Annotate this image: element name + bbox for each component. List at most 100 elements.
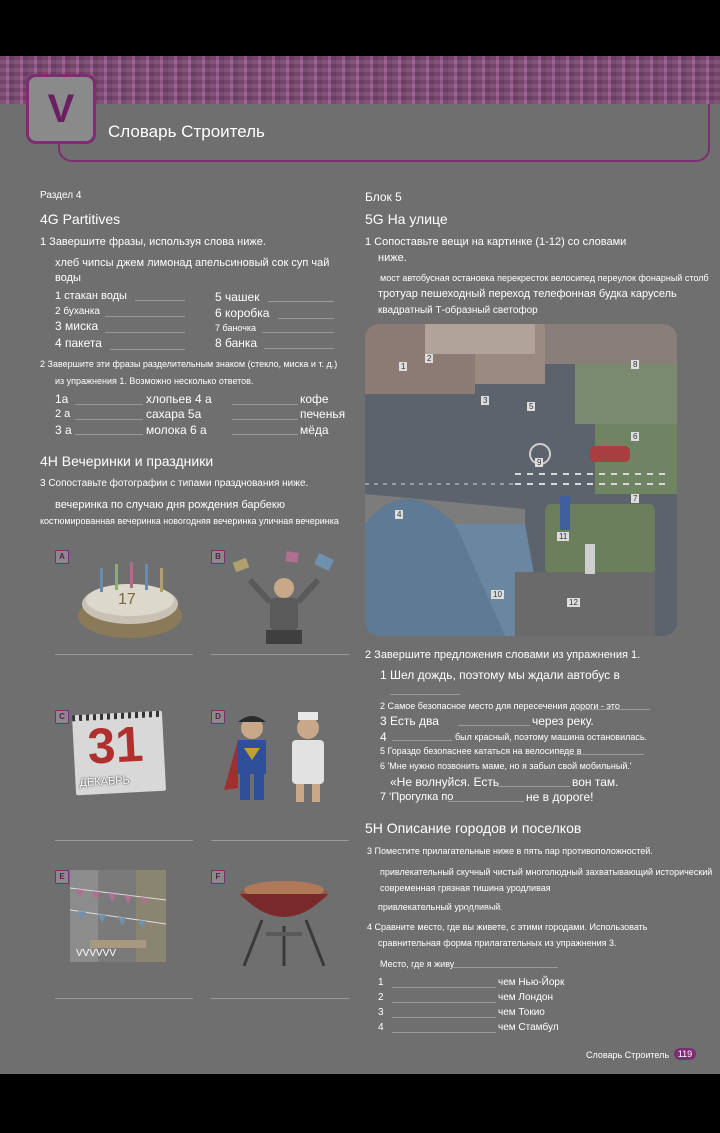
compare-num: 4 — [378, 1022, 384, 1033]
answer-line[interactable] — [278, 318, 334, 319]
answer-line[interactable] — [498, 786, 570, 787]
answer-line[interactable] — [452, 967, 558, 968]
answer-line[interactable] — [75, 419, 143, 420]
pic-label-f: F — [211, 870, 225, 884]
sentence-6b: «Не волнуйся. Есть — [390, 775, 500, 789]
calendar-month: ДЕКАБРЬ — [79, 774, 131, 790]
word-box-cont: костюмированная вечеринка новогодняя веч… — [40, 516, 339, 526]
map-marker-6: 6 — [631, 432, 640, 441]
calendar-picture: 31 ДЕКАБРЬ — [71, 710, 167, 796]
section-5h: 5H Описание городов и поселков — [365, 820, 582, 836]
answer-line[interactable] — [211, 998, 349, 999]
sentence-4-end: был красный, поэтому машина остановилась… — [455, 732, 648, 742]
section-4h: 4H Вечеринки и праздники — [40, 453, 214, 469]
unit-label: Блок 5 — [365, 190, 402, 204]
answer-line[interactable] — [232, 404, 298, 405]
place-label: Место, где я живу — [380, 959, 455, 969]
sentence-4: 4 — [380, 730, 387, 744]
section-5g: 5G На улице — [365, 211, 448, 227]
answer-line[interactable] — [392, 1032, 496, 1033]
map-marker-2: 2 — [425, 354, 434, 363]
exercise-4-cont: сравнительная форма прилагательных из уп… — [378, 938, 617, 948]
sentence-6: 6 'Мне нужно позвонить маме, но я забыл … — [380, 761, 632, 771]
answer-line[interactable] — [264, 348, 334, 349]
compare-city: чем Стамбул — [498, 1022, 559, 1033]
compare-city: чем Нью-Йорк — [498, 977, 565, 988]
answer-line[interactable] — [268, 301, 334, 302]
answer-line[interactable] — [105, 316, 185, 317]
flags-caption: VVVVVV — [76, 948, 117, 959]
exercise-1: 1 Сопоставьте вещи на картинке (1-12) со… — [365, 236, 627, 248]
answer-line[interactable] — [211, 654, 349, 655]
answer-line[interactable] — [105, 332, 185, 333]
map-marker-3: 3 — [481, 396, 490, 405]
item: 2 а — [55, 408, 71, 420]
adjectives-line-2: современная грязная тишина уродливая — [380, 883, 551, 893]
exercise-1: 1 Завершите фразы, используя слова ниже. — [40, 236, 266, 248]
sentence-6-end: вон там. — [572, 775, 619, 789]
map-marker-8: 8 — [631, 360, 640, 369]
word-box-cont: тротуар пешеходный переход телефонная бу… — [378, 288, 677, 300]
map-marker-7: 7 — [631, 494, 640, 503]
item: мёда — [300, 423, 329, 437]
workbook-page: V Словарь Строитель Раздел 4 4G Partitiv… — [0, 56, 720, 1074]
exercise-2: 2 Завершите предложения словами из упраж… — [365, 649, 641, 661]
exercise-2: 2 Завершите эти фразы разделительным зна… — [40, 359, 338, 369]
compare-num: 2 — [378, 992, 384, 1003]
map-marker-9: 9 — [535, 458, 544, 467]
word-box: вечеринка по случаю дня рождения барбекю — [55, 499, 285, 511]
map-marker-12: 12 — [567, 598, 580, 607]
sentence-7-end: не в дороге! — [526, 790, 594, 804]
answer-line[interactable] — [392, 987, 496, 988]
exercise-3: 3 Поместите прилагательные ниже в пять п… — [367, 846, 653, 856]
answer-line[interactable] — [232, 434, 298, 435]
svg-text:17: 17 — [118, 591, 136, 608]
sentence-5: 5 Гораздо безопаснее кататься на велосип… — [380, 746, 582, 756]
adjectives-line-1: привлекательный скучный чистый многолюдн… — [380, 867, 713, 877]
item: 5 чашек — [215, 290, 260, 304]
item: кофе — [300, 392, 329, 406]
answer-line[interactable] — [75, 404, 143, 405]
costume-party-picture — [224, 712, 324, 802]
item: хлопьев 4 а — [146, 392, 212, 406]
item: 3 миска — [55, 319, 99, 333]
answer-line[interactable] — [392, 1002, 496, 1003]
compare-num: 3 — [378, 1007, 384, 1018]
answer-line[interactable] — [578, 709, 650, 710]
map-marker-5: 5 — [527, 402, 536, 411]
exercise-2-cont: из упражнения 1. Возможно несколько отве… — [55, 376, 254, 386]
map-marker-1: 1 — [399, 362, 408, 371]
item: 6 коробка — [215, 306, 270, 320]
pic-label-e: E — [55, 870, 69, 884]
item: 1 стакан воды — [55, 290, 127, 302]
answer-line[interactable] — [568, 754, 644, 755]
street-map-picture: 1 2 3 4 5 6 7 8 9 10 11 12 — [365, 324, 677, 636]
answer-line[interactable] — [55, 840, 193, 841]
item: 7 баночка — [215, 323, 257, 333]
answer-line[interactable] — [462, 909, 502, 910]
answer-line[interactable] — [392, 1017, 496, 1018]
item: 2 буханка — [55, 306, 100, 317]
compare-num: 1 — [378, 977, 384, 988]
answer-line[interactable] — [448, 801, 524, 802]
answer-line[interactable] — [262, 332, 334, 333]
pic-label-a: A — [55, 550, 69, 564]
answer-line[interactable] — [135, 300, 185, 301]
answer-line[interactable] — [110, 349, 185, 350]
answer-line[interactable] — [55, 998, 193, 999]
section-4g: 4G Partitives — [40, 211, 121, 227]
word-box: хлеб чипсы джем лимонад апельсиновый сок… — [55, 257, 330, 269]
answer-line[interactable] — [458, 725, 530, 726]
answer-line[interactable] — [392, 740, 452, 741]
answer-line[interactable] — [390, 694, 460, 695]
answer-line[interactable] — [55, 654, 193, 655]
exercise-4: 4 Сравните место, где вы живете, с этими… — [367, 922, 648, 932]
answer-line[interactable] — [211, 840, 349, 841]
sentence-1: 1 Шел дождь, поэтому мы ждали автобус в — [380, 668, 620, 682]
compare-city: чем Токио — [498, 1007, 545, 1018]
item: молока 6 а — [146, 423, 207, 437]
street-party-picture: VVVVVV — [70, 870, 166, 962]
answer-line[interactable] — [75, 434, 143, 435]
answer-line[interactable] — [232, 419, 298, 420]
exercise-1-cont: ниже. — [378, 252, 407, 264]
